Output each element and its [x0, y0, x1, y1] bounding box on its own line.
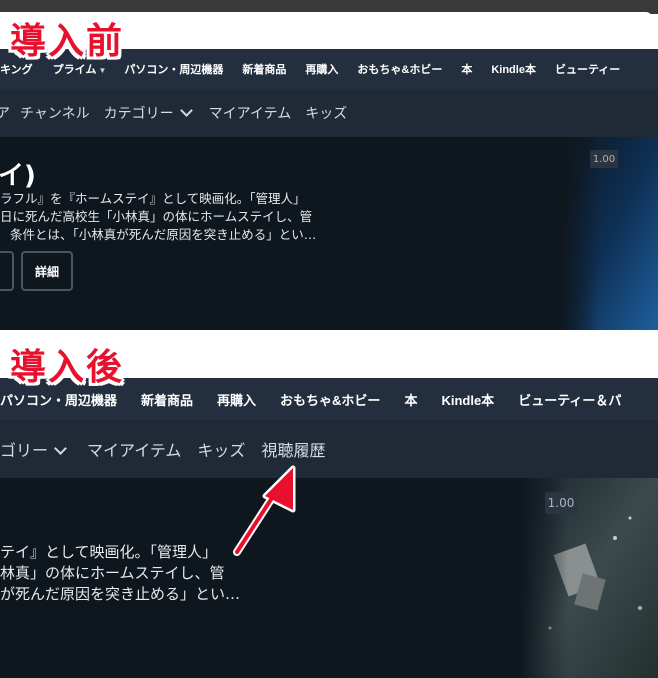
- before-label: 導入前: [10, 21, 125, 62]
- nav-link-new-arrivals[interactable]: 新着商品: [242, 61, 286, 77]
- synopsis-line: テイ』として映画化。「管理人」: [0, 543, 218, 561]
- play-button[interactable]: [0, 251, 14, 291]
- tab-channels[interactable]: チャンネル: [20, 103, 90, 123]
- nav-link-toys[interactable]: おもちゃ&ホビー: [280, 390, 380, 409]
- after-screenshot-panel: パソコン・周辺機器 新着商品 再購入 おもちゃ&ホビー 本 Kindle本 ビュ…: [0, 332, 658, 678]
- nav-link-books[interactable]: 本: [404, 390, 417, 409]
- nav-link-kindle[interactable]: Kindle本: [441, 390, 494, 409]
- tab-kids[interactable]: キッズ: [197, 437, 245, 461]
- chevron-down-icon: [54, 442, 67, 455]
- synopsis-line: 条件とは、「小林真が死んだ原因を突き止める」とい…: [10, 227, 317, 242]
- prime-video-nav: ア チャンネル カテゴリー マイアイテム キッズ: [0, 89, 658, 137]
- nav-link-buy-again[interactable]: 再購入: [217, 390, 256, 409]
- tab-my-items[interactable]: マイアイテム: [209, 103, 292, 123]
- nav-link-toys[interactable]: おもちゃ&ホビー: [357, 61, 442, 77]
- after-label: 導入後: [10, 347, 125, 388]
- hero-synopsis: ラフル』を『ホームステイ』として映画化。「管理人」 日に死んだ高校生「小林真」の…: [0, 190, 316, 244]
- nav-link-new-arrivals[interactable]: 新着商品: [141, 390, 193, 409]
- nav-link-pc[interactable]: パソコン・周辺機器: [124, 61, 223, 77]
- rating-badge: 1.00: [590, 150, 618, 168]
- nav-link-buy-again[interactable]: 再購入: [305, 61, 338, 77]
- tab-partial[interactable]: ア: [0, 103, 10, 123]
- tab-categories[interactable]: カテゴリー: [104, 103, 193, 123]
- tab-kids[interactable]: キッズ: [305, 103, 347, 123]
- nav-link-books[interactable]: 本: [461, 61, 472, 77]
- tab-my-items[interactable]: マイアイテム: [87, 437, 181, 461]
- rating-badge: 1.00: [545, 492, 577, 514]
- caret-down-icon: ▼: [98, 65, 107, 75]
- synopsis-line: ラフル』を『ホームステイ』として映画化。「管理人」: [0, 191, 306, 206]
- prime-video-nav: ゴリー マイアイテム キッズ 視聴履歴: [0, 420, 658, 478]
- synopsis-line: 林真」の体にホームステイし、管: [0, 564, 225, 582]
- hero-section: 1.00 イ) ラフル』を『ホームステイ』として映画化。「管理人」 日に死んだ高…: [0, 137, 658, 330]
- chevron-down-icon: [179, 104, 193, 117]
- nav-link-beauty[interactable]: ビューティー＆パ: [518, 390, 621, 409]
- hero-section: 1.00 テイ』として映画化。「管理人」 林真」の体にホームステイし、管 が死ん…: [0, 478, 658, 678]
- nav-link-beauty[interactable]: ビューティー: [555, 61, 620, 77]
- tab-categories[interactable]: ゴリー: [0, 437, 67, 461]
- before-screenshot-panel: キング プライム ▼ パソコン・周辺機器 新着商品 再購入 おもちゃ&ホビー 本 …: [0, 0, 658, 330]
- nav-link-pc[interactable]: パソコン・周辺機器: [0, 390, 117, 409]
- nav-link-kindle[interactable]: Kindle本: [491, 61, 536, 77]
- details-button[interactable]: 詳細: [21, 251, 73, 291]
- hero-artwork: [520, 478, 658, 678]
- arrow-annotation-icon: [233, 465, 296, 556]
- tab-watch-history[interactable]: 視聴履歴: [261, 437, 325, 461]
- hero-synopsis: テイ』として映画化。「管理人」 林真」の体にホームステイし、管 が死んだ原因を突…: [0, 542, 240, 605]
- synopsis-line: が死んだ原因を突き止める」とい…: [0, 585, 241, 603]
- synopsis-line: 日に死んだ高校生「小林真」の体にホームステイし、管: [0, 209, 313, 224]
- hero-title: イ): [0, 161, 36, 191]
